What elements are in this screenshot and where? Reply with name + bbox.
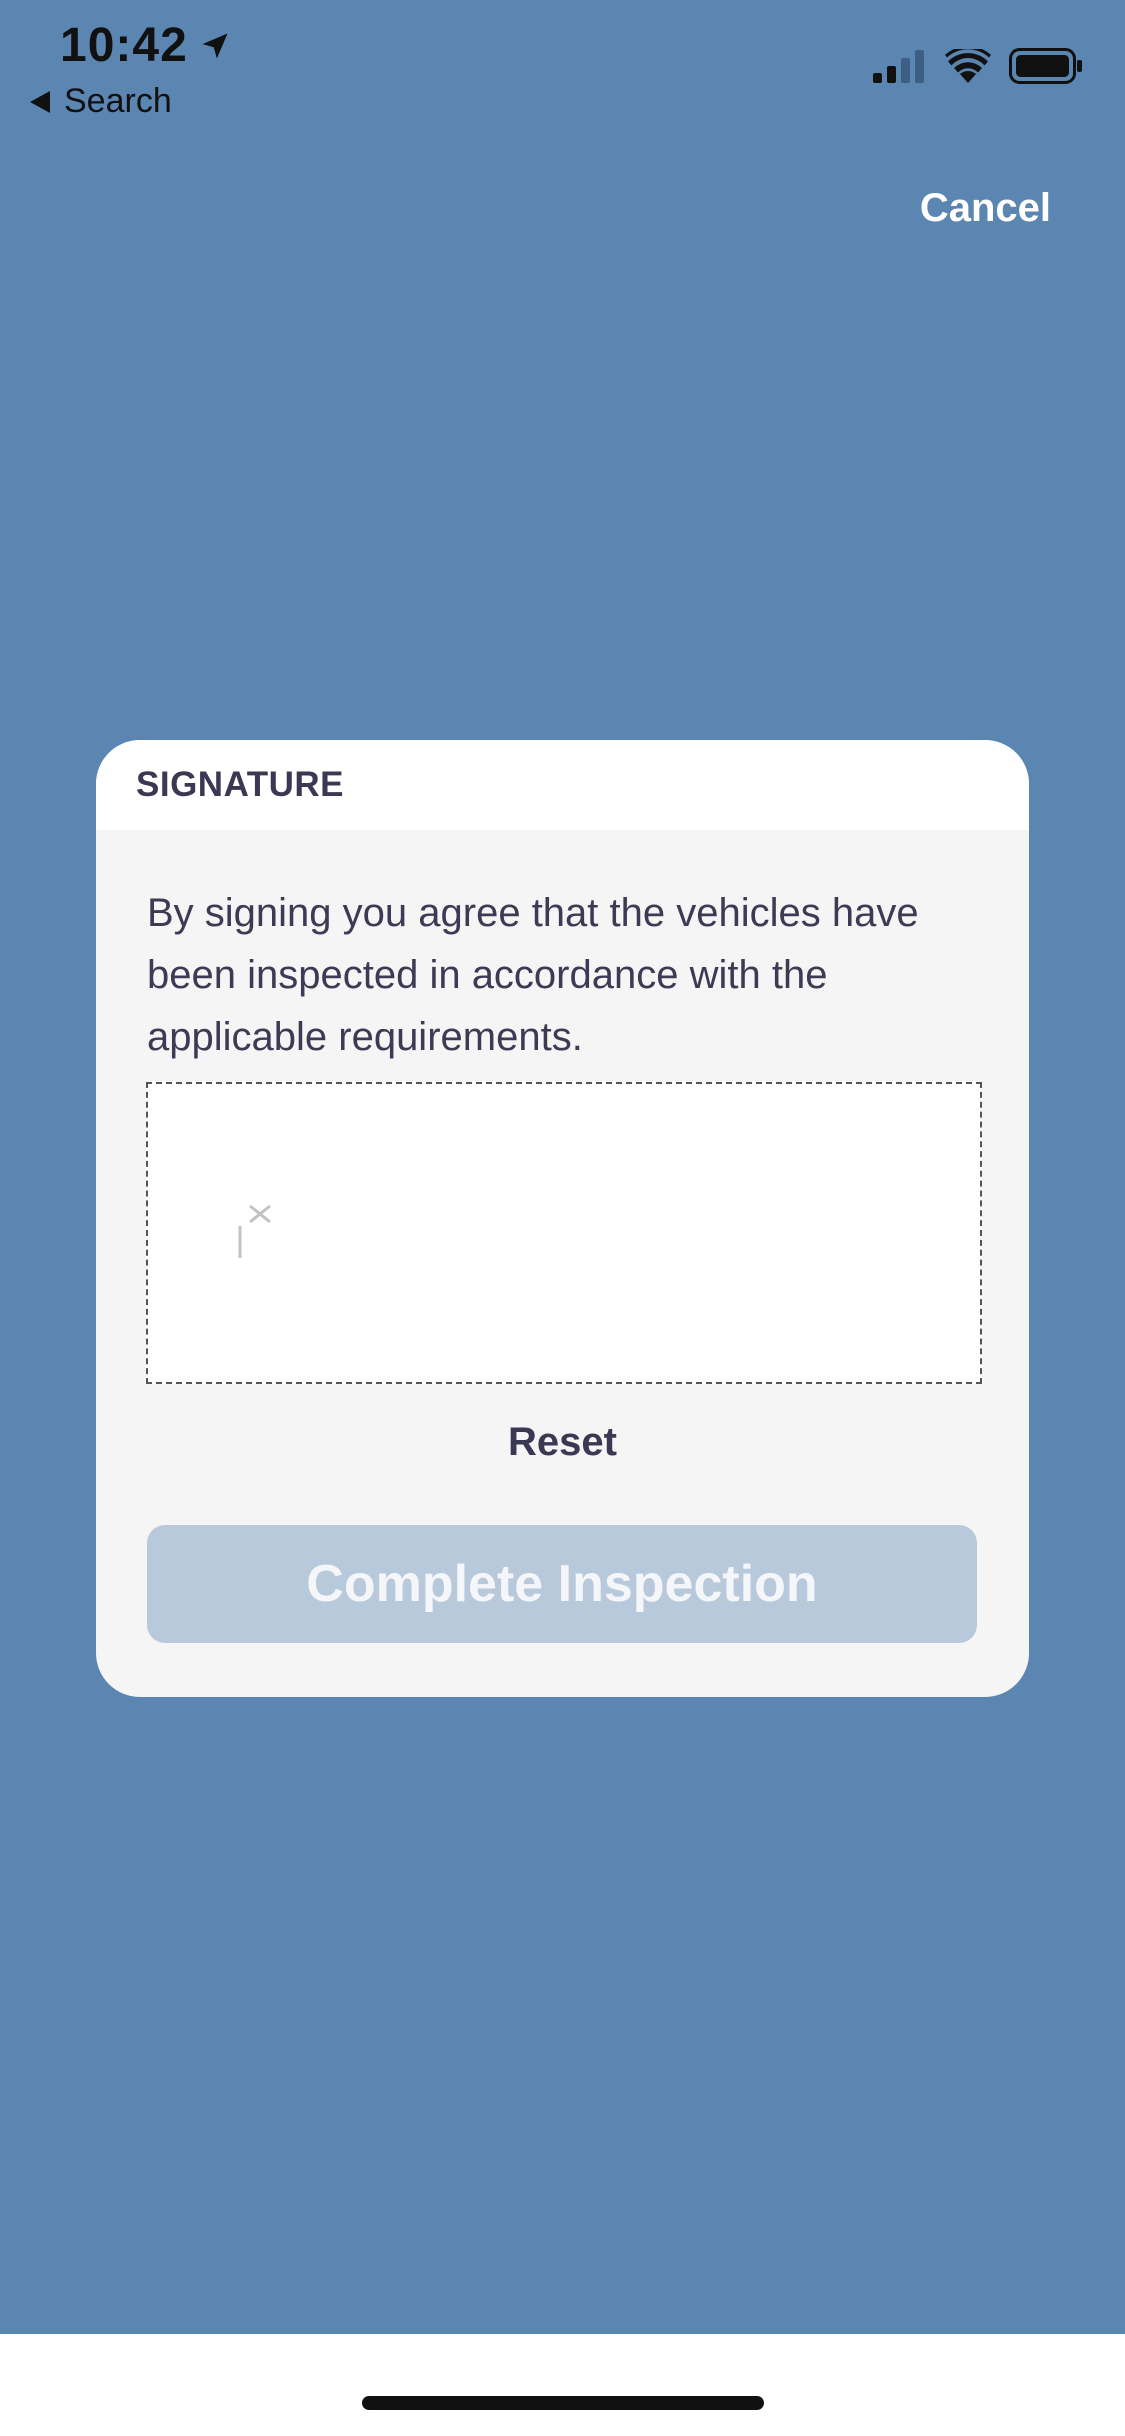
time-text: 10:42 (60, 19, 188, 72)
modal-title: SIGNATURE (136, 765, 345, 804)
reset-button[interactable]: Reset (96, 1420, 1029, 1465)
signature-modal: SIGNATURE By signing you agree that the … (96, 740, 1029, 1697)
agreement-text: By signing you agree that the vehicles h… (147, 891, 919, 1059)
status-bar-time: 10:42 (60, 18, 230, 73)
location-arrow-icon (202, 33, 228, 58)
back-to-search-link[interactable]: Search (30, 82, 172, 121)
cellular-signal-icon (873, 50, 924, 83)
home-indicator[interactable] (362, 2396, 764, 2410)
battery-icon (1009, 48, 1082, 84)
modal-header: SIGNATURE (96, 740, 1029, 830)
back-label: Search (64, 82, 172, 120)
back-triangle-icon (30, 90, 50, 113)
status-icons (873, 48, 1083, 84)
signature-pad[interactable] (146, 1082, 982, 1384)
cancel-button[interactable]: Cancel (920, 186, 1051, 231)
wifi-icon (945, 49, 991, 83)
app-screen: 10:42 Search Cancel SIGNATURE By signing… (0, 0, 1125, 2334)
signature-x-mark-icon (238, 1204, 271, 1258)
complete-inspection-button[interactable]: Complete Inspection (147, 1525, 977, 1643)
